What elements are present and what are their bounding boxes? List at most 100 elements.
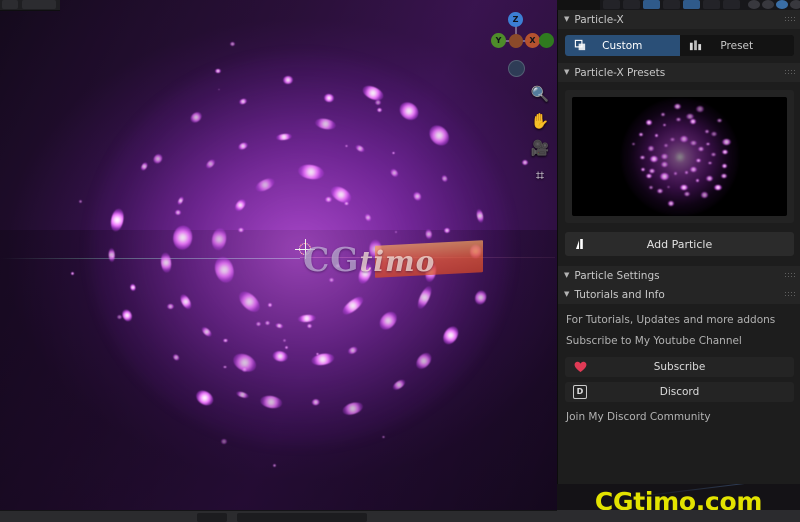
preview-particle — [646, 120, 653, 125]
topbar-icon-4[interactable] — [663, 0, 680, 9]
particle-spark — [325, 197, 332, 203]
section-header-tutorials[interactable]: ▼ Tutorials and Info — [558, 285, 800, 304]
section-header-particle-settings[interactable]: ▼ Particle Settings — [558, 266, 800, 285]
discord-d-icon: D — [573, 385, 587, 399]
gizmo-axis-z[interactable]: Z — [508, 12, 523, 27]
tab-custom[interactable]: Custom — [565, 35, 680, 56]
grid-tool-icon[interactable]: ⌗ — [529, 161, 551, 188]
shading-mode-wireframe[interactable] — [748, 0, 760, 9]
particle-spark — [238, 227, 244, 232]
preview-particle — [661, 154, 668, 160]
camera-tool-icon[interactable]: 🎥 — [529, 134, 551, 161]
particle-spark — [282, 339, 287, 342]
status-box-1[interactable] — [197, 513, 227, 522]
preview-particle — [684, 171, 689, 174]
topbar-icon-6[interactable] — [703, 0, 720, 9]
particle-spark — [255, 321, 261, 326]
topbar-icon-3-active[interactable] — [643, 0, 660, 9]
gizmo-axis-x[interactable]: X — [525, 33, 540, 48]
preview-particle — [649, 155, 658, 162]
topbar-icon-7[interactable] — [723, 0, 740, 9]
subscribe-button[interactable]: Subscribe — [565, 357, 794, 377]
particle-spark — [71, 272, 74, 275]
zoom-tool-icon[interactable]: 🔍 — [529, 80, 551, 107]
preview-particle — [711, 152, 716, 156]
collapse-triangle-icon[interactable]: ▼ — [564, 272, 569, 279]
section-header-presets[interactable]: ▼ Particle-X Presets — [558, 63, 800, 82]
discord-label: Discord — [659, 386, 700, 398]
tutorials-info-line-2: Subscribe to My Youtube Channel — [566, 335, 742, 347]
topbar-right-group — [600, 0, 800, 10]
particle-spark — [116, 315, 122, 320]
preview-particle — [689, 140, 697, 146]
bottom-status-strip — [0, 510, 557, 522]
copy-icon — [574, 39, 587, 52]
preview-particle — [659, 173, 669, 180]
panel-title: Particle-X — [574, 13, 624, 26]
section-tutorials-label: Tutorials and Info — [574, 288, 665, 301]
particle-spark — [444, 227, 451, 233]
navigation-gizmo[interactable]: Z X Y — [487, 12, 554, 77]
section-presets-label: Particle-X Presets — [574, 66, 666, 79]
preview-particle — [721, 149, 728, 154]
particle-spark — [344, 144, 348, 148]
tutorials-info-line-1: For Tutorials, Updates and more addons — [566, 314, 776, 326]
subscribe-label: Subscribe — [653, 361, 706, 373]
collapse-triangle-icon[interactable]: ▼ — [564, 69, 569, 76]
preview-particle — [648, 146, 655, 151]
topbar-icon-2[interactable] — [623, 0, 640, 9]
panel-grip-icon[interactable] — [784, 272, 795, 279]
panel-header-particle-x[interactable]: ▼ Particle-X — [558, 10, 800, 29]
particle-spark — [344, 201, 349, 206]
particle-spark — [521, 159, 528, 165]
section-particle-settings-label: Particle Settings — [574, 269, 660, 282]
preview-particle — [674, 103, 682, 109]
particle-spark — [174, 209, 182, 215]
gizmo-axis-y[interactable]: Y — [491, 33, 506, 48]
preview-particle — [698, 146, 704, 151]
shading-mode-rendered[interactable] — [790, 0, 800, 9]
watermark-cg: CG — [303, 240, 360, 279]
preview-particle — [689, 119, 696, 124]
preset-preview-container — [565, 90, 794, 223]
add-particle-button[interactable]: Add Particle — [565, 232, 794, 256]
topbar-menu-pill-1[interactable] — [2, 0, 18, 9]
panel-grip-icon[interactable] — [784, 69, 795, 76]
preview-particle — [714, 184, 722, 191]
tab-preset-label: Preset — [720, 39, 754, 52]
shading-mode-solid[interactable] — [762, 0, 774, 9]
preview-particle — [654, 134, 658, 137]
topbar-menu-pill-2[interactable] — [22, 0, 56, 9]
gizmo-secondary[interactable] — [508, 60, 525, 77]
preview-particle — [676, 117, 681, 122]
gizmo-axis-y-negative[interactable] — [539, 33, 554, 48]
tutorials-info-line-3: Join My Discord Community — [566, 411, 711, 423]
discord-button[interactable]: D Discord — [565, 382, 794, 402]
topbar-icon-5-active[interactable] — [683, 0, 700, 9]
status-box-2[interactable] — [237, 513, 367, 522]
collapse-triangle-icon[interactable]: ▼ — [564, 291, 569, 298]
viewport-tool-strip: 🔍 ✋ 🎥 ⌗ — [529, 80, 551, 188]
heart-icon — [573, 360, 587, 374]
collapse-triangle-icon[interactable]: ▼ — [564, 16, 569, 23]
particle-spark — [167, 304, 174, 310]
properties-panel: ▼ Particle-X Custom Preset ▼ Particle-X … — [557, 10, 800, 484]
particle-spark — [241, 367, 247, 372]
topbar-icon-1[interactable] — [603, 0, 620, 9]
shading-mode-material-preview[interactable] — [776, 0, 788, 9]
particle-spark — [376, 107, 382, 112]
particle-spark — [215, 68, 221, 74]
tab-preset[interactable]: Preset — [679, 35, 794, 56]
chart-icon — [689, 39, 702, 52]
preview-particle — [711, 131, 718, 136]
preview-particle — [705, 175, 713, 181]
3d-viewport[interactable]: CGtimo Z X Y 🔍 ✋ 🎥 ⌗ — [0, 0, 557, 510]
gizmo-origin — [509, 34, 523, 48]
topbar-left-group — [0, 0, 60, 11]
panel-grip-icon[interactable] — [784, 291, 795, 298]
panel-grip-icon[interactable] — [784, 16, 795, 23]
pan-tool-icon[interactable]: ✋ — [529, 107, 551, 134]
preview-particle — [721, 174, 727, 179]
particle-spark — [306, 323, 313, 329]
particle-preview-thumbnail[interactable] — [572, 97, 787, 216]
